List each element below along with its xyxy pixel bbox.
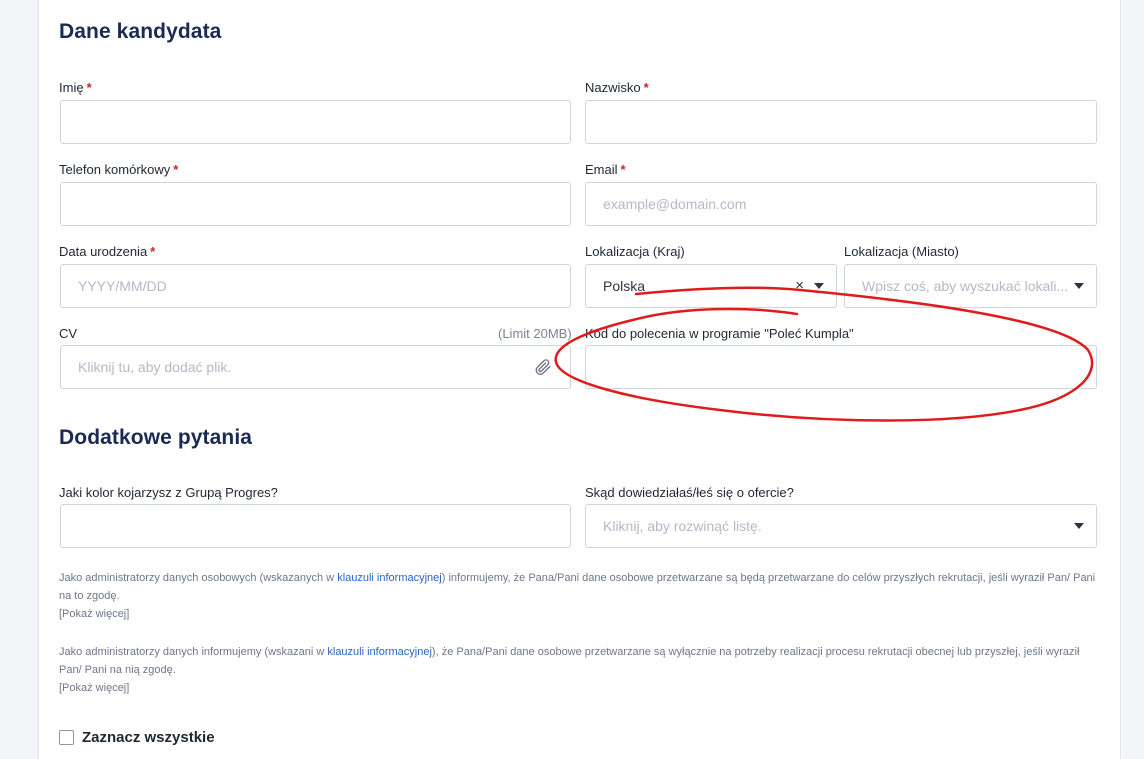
source-question-label: Skąd dowiedziałaś/łeś się o ofercie? bbox=[585, 485, 794, 500]
color-question-field[interactable] bbox=[60, 504, 571, 548]
section-title-candidate: Dane kandydata bbox=[59, 20, 222, 43]
first-name-input[interactable] bbox=[78, 114, 553, 130]
country-label: Lokalizacja (Kraj) bbox=[585, 244, 685, 259]
chevron-down-icon[interactable] bbox=[1074, 523, 1084, 529]
phone-input[interactable] bbox=[78, 196, 553, 212]
source-question-placeholder: Kliknij, aby rozwinąć listę. bbox=[603, 518, 762, 534]
show-more-link[interactable]: [Pokaż więcej] bbox=[59, 605, 1099, 623]
privacy-clause-link[interactable]: klauzuli informacyjnej bbox=[337, 572, 442, 584]
privacy-clause-link[interactable]: klauzuli informacyjnej bbox=[327, 646, 432, 658]
last-name-label: Nazwisko * bbox=[585, 80, 649, 95]
color-question-label: Jaki kolor kojarzysz z Grupą Progres? bbox=[59, 485, 278, 500]
last-name-field[interactable] bbox=[585, 100, 1097, 144]
consent-note-2: Jako administratorzy danych informujemy … bbox=[59, 643, 1099, 697]
city-placeholder: Wpisz coś, aby wyszukać lokali... bbox=[862, 278, 1069, 294]
consent-note-1: Jako administratorzy danych osobowych (w… bbox=[59, 569, 1099, 623]
select-all-label[interactable]: Zaznacz wszystkie bbox=[82, 729, 215, 746]
cv-placeholder: Kliknij tu, aby dodać plik. bbox=[78, 359, 232, 375]
phone-field[interactable] bbox=[60, 182, 571, 226]
chevron-down-icon[interactable] bbox=[1074, 283, 1084, 289]
select-all-checkbox[interactable] bbox=[59, 730, 74, 745]
birth-date-label: Data urodzenia * bbox=[59, 244, 156, 259]
city-select[interactable]: Wpisz coś, aby wyszukać lokali... bbox=[844, 264, 1097, 308]
email-label: Email * bbox=[585, 162, 626, 177]
country-select[interactable]: Polska × bbox=[585, 264, 837, 308]
birth-date-input[interactable] bbox=[78, 278, 553, 294]
referral-code-label: Kod do polecenia w programie "Poleć Kump… bbox=[585, 326, 854, 341]
email-input[interactable] bbox=[603, 196, 1079, 212]
city-label: Lokalizacja (Miasto) bbox=[844, 244, 959, 259]
first-name-label: Imię * bbox=[59, 80, 92, 95]
first-name-field[interactable] bbox=[60, 100, 571, 144]
country-value: Polska bbox=[603, 278, 646, 294]
select-all-row[interactable]: Zaznacz wszystkie bbox=[59, 729, 215, 746]
phone-label: Telefon komórkowy * bbox=[59, 162, 179, 177]
section-title-extra: Dodatkowe pytania bbox=[59, 426, 253, 449]
color-question-input[interactable] bbox=[78, 518, 553, 534]
birth-date-field[interactable] bbox=[60, 264, 571, 308]
paperclip-icon[interactable] bbox=[534, 358, 552, 379]
email-field[interactable] bbox=[585, 182, 1097, 226]
referral-code-input[interactable] bbox=[603, 359, 1079, 375]
clear-icon[interactable]: × bbox=[795, 277, 804, 294]
referral-code-field[interactable] bbox=[585, 345, 1097, 389]
source-question-select[interactable]: Kliknij, aby rozwinąć listę. bbox=[585, 504, 1097, 548]
cv-upload-field[interactable]: Kliknij tu, aby dodać plik. bbox=[60, 345, 571, 389]
last-name-input[interactable] bbox=[603, 114, 1079, 130]
cv-limit: (Limit 20MB) bbox=[498, 326, 572, 341]
chevron-down-icon[interactable] bbox=[814, 283, 824, 289]
cv-label: CV bbox=[59, 326, 78, 341]
show-more-link[interactable]: [Pokaż więcej] bbox=[59, 679, 1099, 697]
